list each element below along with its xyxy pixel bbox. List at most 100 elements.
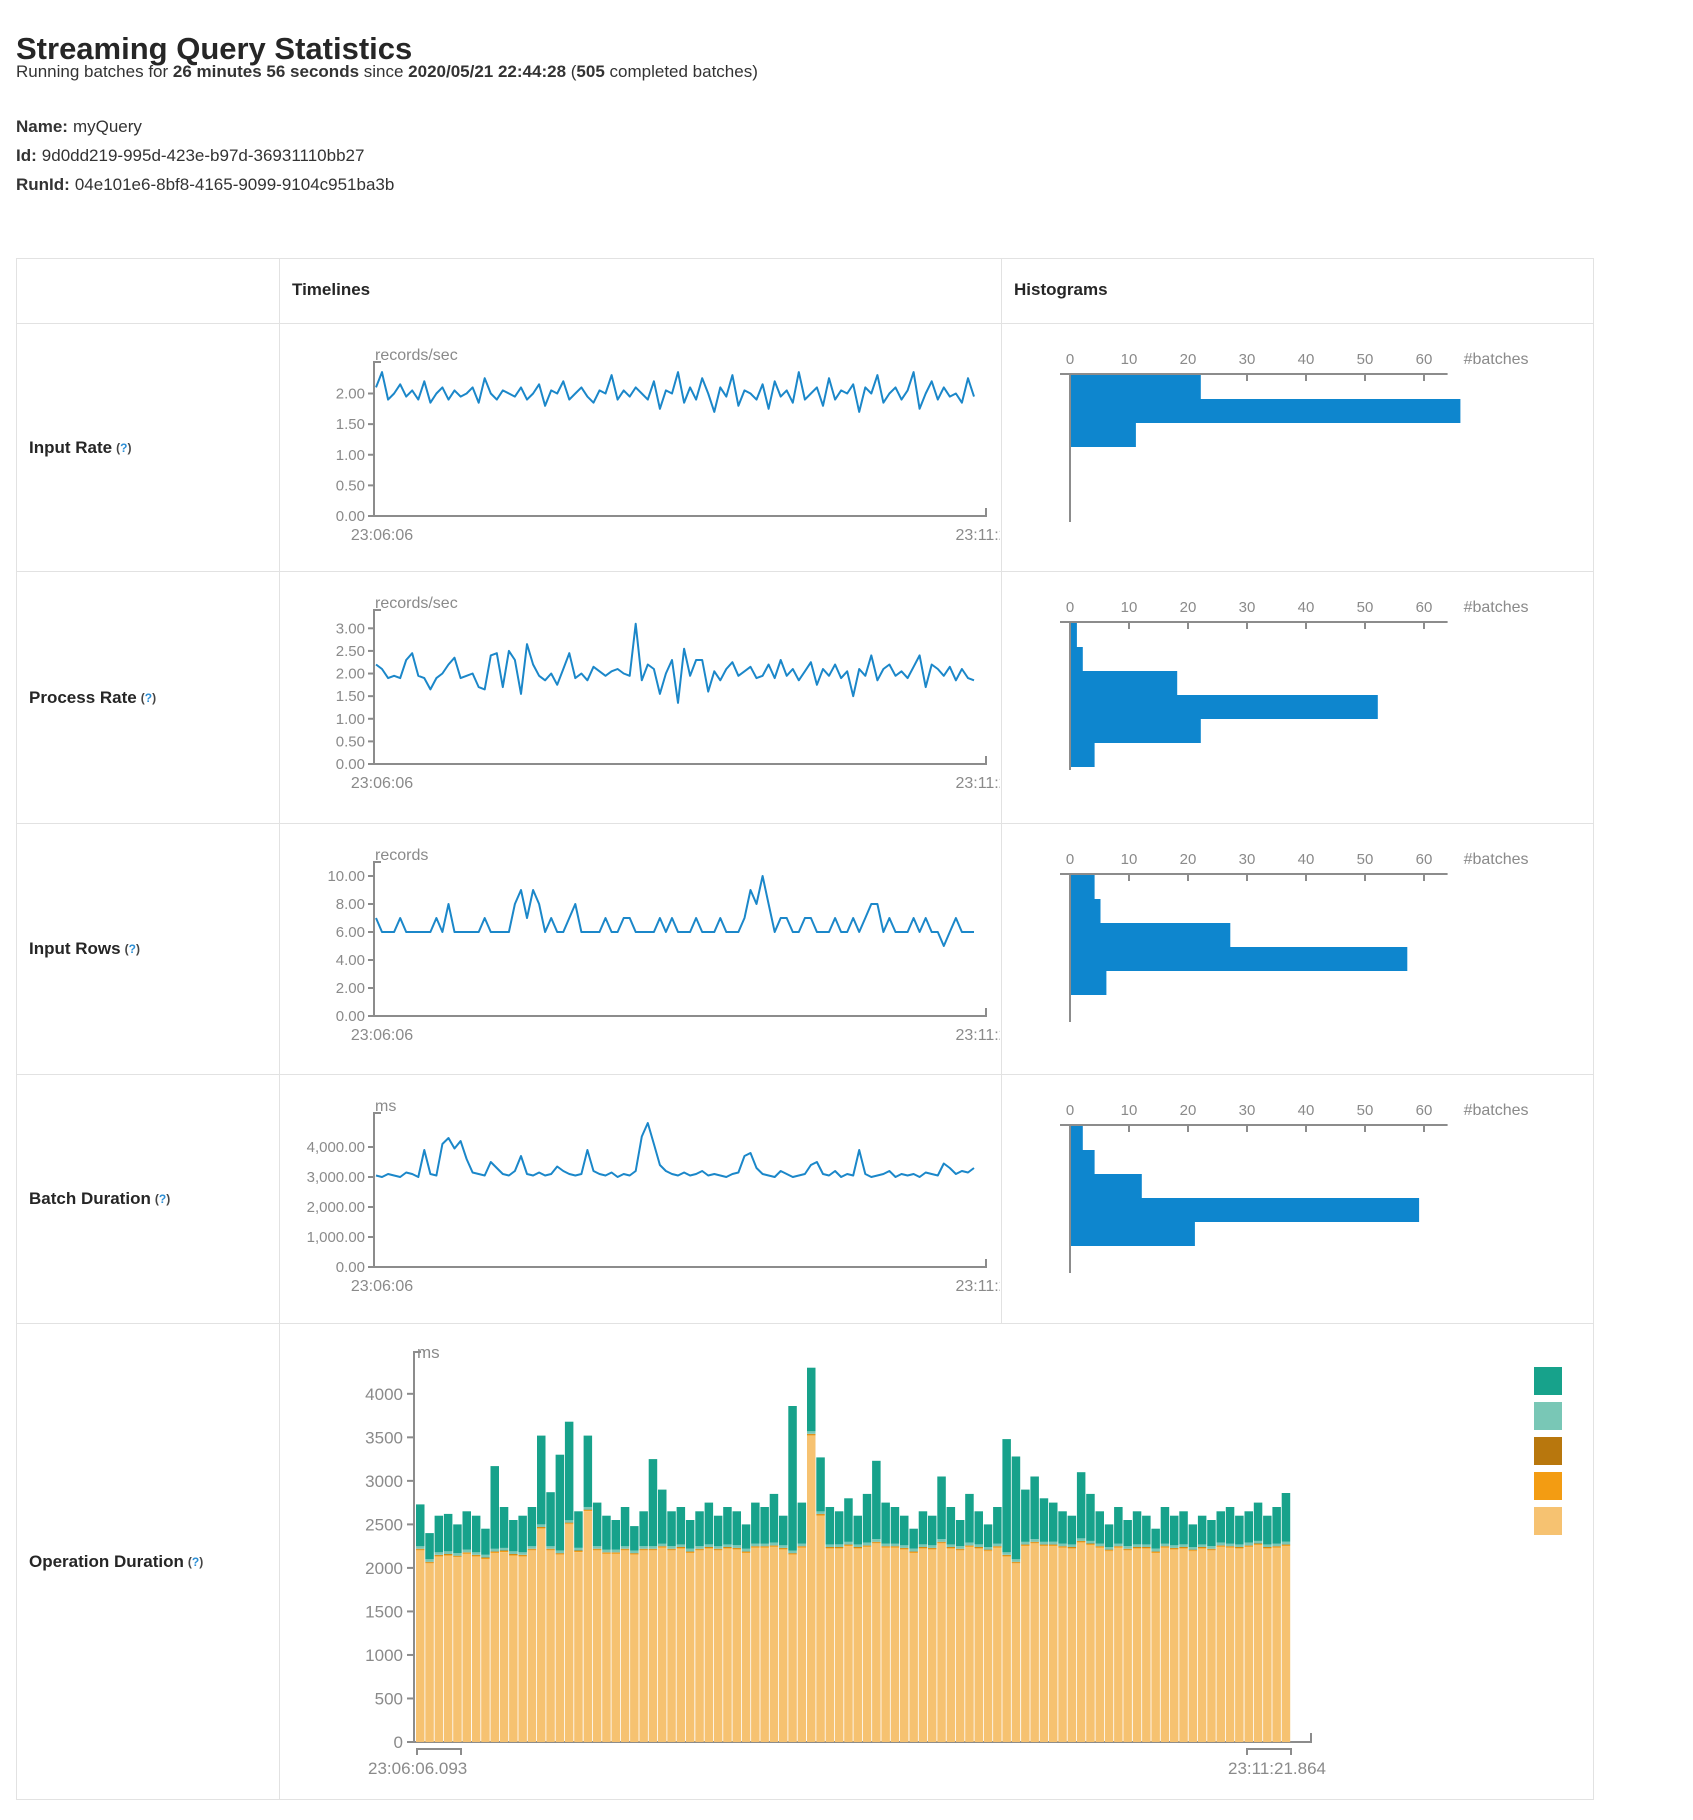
- id-label: Id:: [16, 146, 37, 165]
- svg-text:30: 30: [1239, 851, 1256, 868]
- svg-text:#batches: #batches: [1464, 599, 1529, 616]
- svg-text:6.00: 6.00: [336, 924, 365, 941]
- svg-text:20: 20: [1180, 1102, 1197, 1119]
- help-tooltip-icon[interactable]: (?): [116, 441, 131, 455]
- timelines-column-header: Timelines: [280, 259, 1001, 323]
- legend-swatch: [1534, 1437, 1562, 1465]
- svg-text:23:11:21.864: 23:11:21.864: [1228, 1759, 1326, 1778]
- svg-text:3500: 3500: [365, 1428, 403, 1447]
- svg-text:1,000.00: 1,000.00: [307, 1229, 365, 1246]
- query-runid-line: RunId: 04e101e6-8bf8-4165-9099-9104c951ba…: [16, 170, 394, 199]
- svg-text:0.00: 0.00: [336, 508, 365, 525]
- svg-text:1500: 1500: [365, 1602, 403, 1621]
- svg-text:0: 0: [1066, 851, 1074, 868]
- row-label-input-rate: Input Rate (?): [17, 323, 280, 571]
- process-rate-histogram-chart: 0102030405060#batches: [1002, 572, 1593, 823]
- operation-duration-chart-cell: ms0500100015002000250030003500400023:06:…: [280, 1323, 1593, 1799]
- svg-text:#batches: #batches: [1464, 351, 1529, 368]
- svg-text:23:06:06: 23:06:06: [351, 1027, 413, 1044]
- svg-text:20: 20: [1180, 351, 1197, 368]
- svg-text:23:11:21: 23:11:21: [955, 1278, 1000, 1295]
- svg-text:0.00: 0.00: [336, 756, 365, 773]
- svg-text:records/sec: records/sec: [375, 595, 458, 612]
- svg-text:20: 20: [1180, 599, 1197, 616]
- batch-duration-label: Batch Duration: [29, 1189, 151, 1209]
- svg-text:records: records: [375, 847, 428, 864]
- svg-text:4,000.00: 4,000.00: [307, 1139, 365, 1156]
- svg-text:23:06:06.093: 23:06:06.093: [368, 1759, 467, 1778]
- svg-text:23:06:06: 23:06:06: [351, 775, 413, 792]
- process-rate-histogram-cell: 0102030405060#batches: [1001, 571, 1593, 823]
- running-duration: 26 minutes 56 seconds: [173, 62, 359, 81]
- input-rows-histogram-cell: 0102030405060#batches: [1001, 823, 1593, 1074]
- svg-text:0: 0: [1066, 599, 1074, 616]
- svg-text:10: 10: [1121, 599, 1138, 616]
- svg-text:500: 500: [375, 1689, 403, 1708]
- svg-text:0.00: 0.00: [336, 1259, 365, 1276]
- svg-text:1.50: 1.50: [336, 688, 365, 705]
- svg-text:23:11:21: 23:11:21: [955, 527, 1000, 544]
- svg-text:40: 40: [1298, 851, 1315, 868]
- summary-suffix: completed batches): [605, 62, 758, 81]
- svg-text:3.00: 3.00: [336, 620, 365, 637]
- svg-text:60: 60: [1416, 351, 1433, 368]
- svg-text:40: 40: [1298, 1102, 1315, 1119]
- svg-text:2500: 2500: [365, 1515, 403, 1534]
- input-rate-histogram-chart: 0102030405060#batches: [1002, 324, 1593, 571]
- id-value: 9d0dd219-995d-423e-b97d-36931110bb27: [42, 146, 365, 165]
- svg-text:10: 10: [1121, 1102, 1138, 1119]
- legend-swatch: [1534, 1472, 1562, 1500]
- start-timestamp: 2020/05/21 22:44:28: [408, 62, 566, 81]
- svg-text:1.50: 1.50: [336, 416, 365, 433]
- svg-text:40: 40: [1298, 351, 1315, 368]
- svg-text:20: 20: [1180, 851, 1197, 868]
- svg-text:8.00: 8.00: [336, 896, 365, 913]
- help-tooltip-icon[interactable]: (?): [141, 691, 156, 705]
- histograms-column-header: Histograms: [1001, 259, 1593, 323]
- svg-text:0: 0: [394, 1733, 403, 1752]
- svg-text:2.50: 2.50: [336, 643, 365, 660]
- query-id-line: Id: 9d0dd219-995d-423e-b97d-36931110bb27: [16, 141, 394, 170]
- help-tooltip-icon[interactable]: (?): [188, 1555, 203, 1569]
- svg-text:2.00: 2.00: [336, 386, 365, 403]
- process-rate-timeline-cell: records/sec0.000.501.001.502.002.503.002…: [280, 571, 1001, 823]
- svg-text:30: 30: [1239, 351, 1256, 368]
- legend-swatch: [1534, 1507, 1562, 1535]
- svg-text:50: 50: [1357, 851, 1374, 868]
- svg-text:0: 0: [1066, 1102, 1074, 1119]
- help-tooltip-icon[interactable]: (?): [125, 942, 140, 956]
- svg-text:50: 50: [1357, 1102, 1374, 1119]
- row-label-input-rows: Input Rows (?): [17, 823, 280, 1074]
- svg-text:50: 50: [1357, 351, 1374, 368]
- completed-batches-count: 505: [576, 62, 604, 81]
- legend-swatch: [1534, 1402, 1562, 1430]
- help-tooltip-icon[interactable]: (?): [155, 1192, 170, 1206]
- svg-text:2000: 2000: [365, 1559, 403, 1578]
- svg-text:0: 0: [1066, 351, 1074, 368]
- svg-text:3000: 3000: [365, 1472, 403, 1491]
- runid-value: 04e101e6-8bf8-4165-9099-9104c951ba3b: [75, 175, 395, 194]
- svg-text:50: 50: [1357, 599, 1374, 616]
- svg-text:#batches: #batches: [1464, 851, 1529, 868]
- svg-text:30: 30: [1239, 599, 1256, 616]
- operation-duration-chart: ms0500100015002000250030003500400023:06:…: [280, 1324, 1593, 1799]
- svg-text:records/sec: records/sec: [375, 347, 458, 364]
- svg-text:23:11:21: 23:11:21: [955, 775, 1000, 792]
- row-label-batch-duration: Batch Duration (?): [17, 1074, 280, 1323]
- runid-label: RunId:: [16, 175, 70, 194]
- svg-text:2.00: 2.00: [336, 666, 365, 683]
- svg-text:0.00: 0.00: [336, 1008, 365, 1025]
- summary-prefix: Running batches for: [16, 62, 173, 81]
- input-rows-timeline-cell: records0.002.004.006.008.0010.0023:06:06…: [280, 823, 1001, 1074]
- svg-text:1000: 1000: [365, 1646, 403, 1665]
- svg-text:2.00: 2.00: [336, 980, 365, 997]
- svg-text:23:06:06: 23:06:06: [351, 527, 413, 544]
- query-metadata: Name:myQuery Id:9d0dd219-995d-423e-b97d-…: [16, 112, 394, 199]
- svg-text:10.00: 10.00: [327, 868, 365, 885]
- process-rate-timeline-chart: records/sec0.000.501.001.502.002.503.002…: [280, 572, 1000, 823]
- batch-duration-histogram-cell: 0102030405060#batches: [1001, 1074, 1593, 1323]
- name-value: myQuery: [73, 117, 142, 136]
- process-rate-label: Process Rate: [29, 688, 137, 708]
- input-rows-label: Input Rows: [29, 939, 121, 959]
- header-empty-cell: [17, 259, 280, 323]
